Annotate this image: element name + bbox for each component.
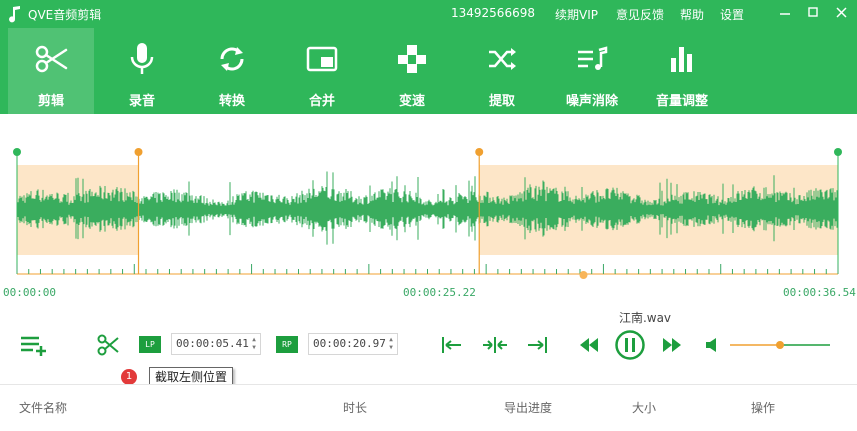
main-toolbar: 剪辑 录音 转换 合并 变速 提取 噪声消除 音量调整 xyxy=(0,28,857,114)
scissors-icon xyxy=(35,45,68,73)
left-point-badge[interactable]: LP xyxy=(139,336,161,353)
col-actions: 操作 xyxy=(751,401,776,415)
tool-denoise-label: 噪声消除 xyxy=(565,94,618,109)
timeline-middle-label: 00:00:25.22 xyxy=(403,286,476,299)
tool-record-label: 录音 xyxy=(128,94,155,109)
tool-convert[interactable]: 转换 xyxy=(189,28,275,114)
rewind-icon[interactable] xyxy=(578,336,600,354)
left-time-spinner[interactable]: ▲ ▼ xyxy=(250,336,258,352)
tool-speed-label: 变速 xyxy=(398,94,425,109)
tool-cut-label: 剪辑 xyxy=(37,94,64,109)
cut-scissors-icon[interactable] xyxy=(96,333,120,357)
title-bar: QVE音频剪辑 13492566698 续期VIP 意见反馈 帮助 设置 xyxy=(0,0,857,28)
right-edge-handle xyxy=(834,148,842,156)
close-button[interactable] xyxy=(830,2,852,24)
account-phone[interactable]: 13492566698 xyxy=(451,6,535,20)
volume-slider-knob xyxy=(776,341,784,349)
left-cut-handle xyxy=(134,148,143,156)
help-link[interactable]: 帮助 xyxy=(680,6,704,23)
col-size: 大小 xyxy=(632,401,657,415)
microphone-icon xyxy=(130,43,154,74)
feedback-link[interactable]: 意见反馈 xyxy=(616,6,664,23)
timeline-end-label: 00:00:36.54 xyxy=(783,286,856,299)
fast-forward-icon[interactable] xyxy=(661,336,683,354)
timeline-start-label: 00:00:00 xyxy=(3,286,56,299)
col-filename: 文件名称 xyxy=(19,401,68,415)
speed-icon xyxy=(398,45,426,73)
add-file-list-icon[interactable] xyxy=(19,334,49,356)
current-filename: 江南.wav xyxy=(618,311,672,325)
right-point-badge[interactable]: RP xyxy=(276,336,298,353)
tool-merge-label: 合并 xyxy=(308,94,335,109)
tool-volume[interactable]: 音量调整 xyxy=(639,28,725,114)
volume-slider[interactable] xyxy=(728,338,832,352)
col-export-progress: 导出进度 xyxy=(504,401,553,415)
merge-icon xyxy=(306,46,338,72)
file-table-header: 文件名称 时长 导出进度 大小 操作 xyxy=(0,384,857,431)
right-time-spinner[interactable]: ▲ ▼ xyxy=(387,336,395,352)
music-note-icon xyxy=(9,6,20,23)
tool-speed[interactable]: 变速 xyxy=(369,28,455,114)
minimize-icon xyxy=(780,13,790,15)
tooltip-step-badge: 1 xyxy=(121,369,137,385)
shuffle-icon xyxy=(489,48,516,70)
pause-icon[interactable] xyxy=(614,329,646,361)
renew-vip-link[interactable]: 续期VIP xyxy=(555,6,598,23)
speaker-icon[interactable] xyxy=(705,337,723,353)
col-duration: 时长 xyxy=(343,401,368,415)
tool-denoise[interactable]: 噪声消除 xyxy=(549,28,635,114)
right-time-value: 00:00:20.97 xyxy=(313,337,386,350)
tool-convert-label: 转换 xyxy=(218,94,245,109)
close-icon xyxy=(836,7,847,18)
app-window: QVE音频剪辑 13492566698 续期VIP 意见反馈 帮助 设置 剪辑 xyxy=(0,0,857,431)
right-time-input[interactable]: 00:00:20.97 ▲ ▼ xyxy=(308,333,398,355)
center-split-icon[interactable] xyxy=(482,335,508,355)
left-edge-handle xyxy=(13,148,21,156)
left-time-value: 00:00:05.41 xyxy=(176,337,249,350)
app-title: QVE音频剪辑 xyxy=(28,8,102,22)
maximize-icon xyxy=(808,7,818,17)
tool-record[interactable]: 录音 xyxy=(99,28,185,114)
waveform-canvas[interactable] xyxy=(0,114,857,304)
right-cut-handle xyxy=(475,148,484,156)
music-list-icon xyxy=(578,46,608,70)
tool-merge[interactable]: 合并 xyxy=(279,28,365,114)
tool-extract-label: 提取 xyxy=(488,94,515,109)
jump-to-end-icon[interactable] xyxy=(525,335,549,355)
convert-icon xyxy=(220,47,244,71)
volume-bars-icon xyxy=(671,47,692,72)
timeline-ticks xyxy=(16,264,839,274)
playhead-handle xyxy=(579,271,588,279)
tool-cut[interactable]: 剪辑 xyxy=(8,28,94,114)
jump-to-start-icon[interactable] xyxy=(440,335,464,355)
minimize-button[interactable] xyxy=(774,2,796,24)
maximize-button[interactable] xyxy=(802,2,824,24)
tool-volume-label: 音量调整 xyxy=(655,94,708,109)
settings-link[interactable]: 设置 xyxy=(720,6,744,23)
waveform-editor[interactable]: 00:00:00 00:00:25.22 00:00:36.54 xyxy=(0,114,857,304)
tool-extract[interactable]: 提取 xyxy=(459,28,545,114)
left-time-input[interactable]: 00:00:05.41 ▲ ▼ xyxy=(171,333,261,355)
